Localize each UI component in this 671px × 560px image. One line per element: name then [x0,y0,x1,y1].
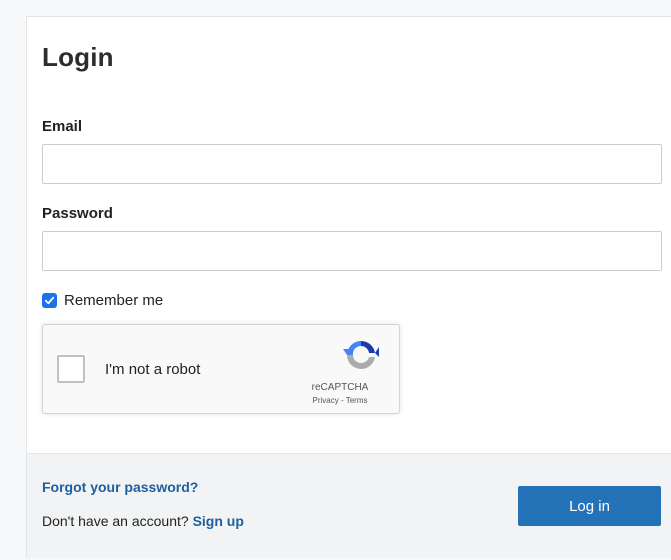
remember-me-checkbox[interactable] [42,293,57,308]
recaptcha-widget: I'm not a robot reCAPTCHA Privacy - Term… [42,324,400,414]
signup-prompt-text: Don't have an account? [42,513,189,529]
email-field[interactable] [42,144,662,184]
login-button[interactable]: Log in [518,486,661,526]
page-title: Login [42,42,114,72]
recaptcha-brand: reCAPTCHA [311,382,369,393]
page: Login Email Password Remember me I'm not… [0,0,671,560]
email-label: Email [42,118,83,135]
recaptcha-label: I'm not a robot [105,361,201,378]
recaptcha-logo-icon [343,340,379,370]
signup-link[interactable]: Sign up [193,513,244,529]
remember-me-label: Remember me [64,292,164,309]
forgot-password-link[interactable]: Forgot your password? [42,479,198,495]
checkmark-icon [44,296,55,305]
password-field[interactable] [42,231,662,271]
password-label: Password [42,205,113,222]
recaptcha-checkbox[interactable] [57,355,85,383]
remember-me[interactable]: Remember me [42,292,163,309]
recaptcha-privacy-terms-links[interactable]: Privacy - Terms [295,396,385,405]
signup-prompt: Don't have an account? Sign up [42,513,244,529]
